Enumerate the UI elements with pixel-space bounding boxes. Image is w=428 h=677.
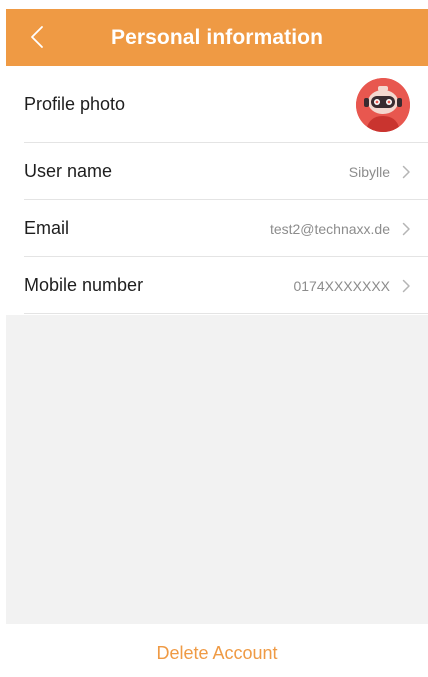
user-name-row[interactable]: User name Sibylle (6, 143, 428, 200)
personal-info-screen: Personal information Profile photo User … (0, 0, 428, 677)
mobile-number-label: Mobile number (24, 275, 144, 295)
chevron-right-icon (402, 279, 412, 293)
chevron-left-icon (31, 26, 43, 48)
profile-photo-row[interactable]: Profile photo (6, 66, 428, 143)
row-divider (24, 313, 428, 314)
navigation-bar: Personal information (6, 9, 428, 66)
user-name-label: User name (24, 161, 113, 181)
mobile-number-value: 0174XXXXXXX (293, 277, 390, 294)
email-row[interactable]: Email test2@technaxx.de (6, 200, 428, 257)
user-name-value: Sibylle (348, 163, 390, 180)
chevron-right-icon (402, 222, 412, 236)
robot-avatar-icon (356, 77, 410, 132)
mobile-number-row[interactable]: Mobile number 0174XXXXXXX (6, 257, 428, 314)
chevron-right-icon (402, 165, 412, 179)
email-label: Email (24, 218, 70, 238)
profile-photo-label: Profile photo (24, 94, 126, 114)
avatar[interactable] (356, 77, 410, 132)
info-list: Profile photo User name Sibylle Email te… (6, 66, 428, 314)
back-button[interactable] (22, 21, 52, 53)
empty-background (6, 315, 428, 624)
delete-account-button[interactable]: Delete Account (6, 636, 428, 670)
email-value: test2@technaxx.de (269, 220, 390, 237)
page-title: Personal information (110, 25, 324, 49)
